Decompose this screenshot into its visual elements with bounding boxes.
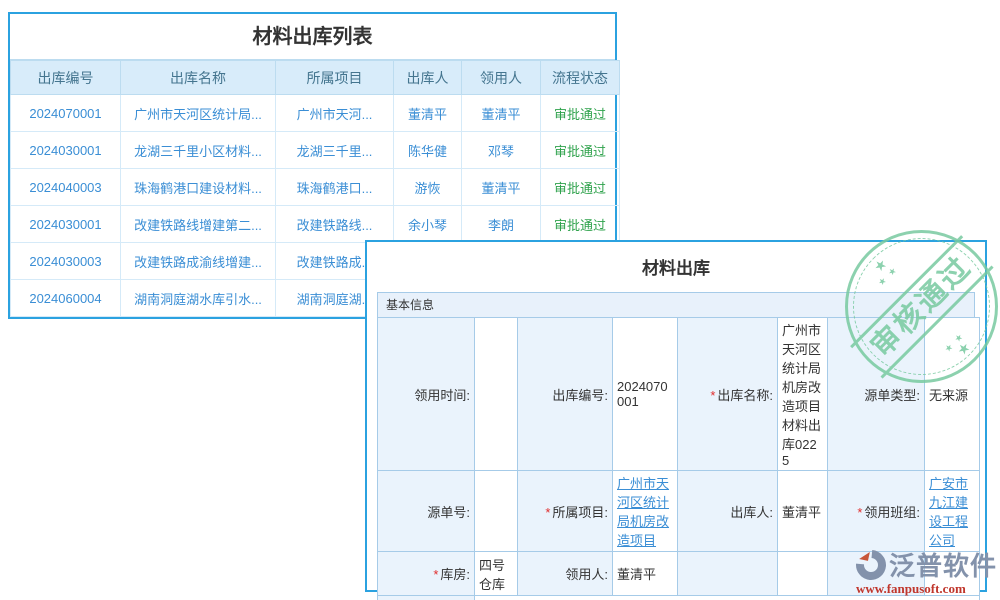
status-badge: 审批通过 [541,132,620,169]
label-source-no: 源单号: [378,471,475,552]
cell-recipient: 董清平 [462,95,541,132]
table-row[interactable]: 2024040003 珠海鹤港口建设材料... 珠海鹤港口... 游恢 董清平 … [11,169,620,206]
label-lingyong-time: 领用时间: [378,318,475,471]
fanpu-url: www.fanpusoft.com [856,581,997,597]
cell-outbound-name: 改建铁路成渝线增建... [121,243,276,280]
label-outbound-id: 出库编号: [518,318,613,471]
cell-outbound-name: 湖南洞庭湖水库引水... [121,280,276,317]
detail-title: 材料出库 [367,242,985,292]
label-warehouse: *库房: [378,552,475,596]
required-icon: * [857,505,862,520]
field-label: 领用班组: [864,505,920,520]
cell-issuer: 余小琴 [394,206,462,243]
cell-outbound-id[interactable]: 2024060004 [11,280,121,317]
label-outbound-name: *出库名称: [678,318,778,471]
team-link[interactable]: 广安市九江建设工程公司 [929,476,968,548]
field-label: 所属项目: [552,505,608,520]
table-row[interactable]: 2024070001 广州市天河区统计局... 广州市天河... 董清平 董清平… [11,95,620,132]
value-project: 广州市天河区统计局机房改造项目 [613,471,678,552]
field-label: 库房: [440,567,470,582]
material-outbound-detail-panel: 材料出库 基本信息 领用时间: 出库编号: 2024070001 *出库名称: … [365,240,987,592]
required-icon: * [433,567,438,582]
fanpu-brand-text: 泛普软件 [889,546,997,583]
label-lingyong-team: *领用班组: [828,471,925,552]
required-icon: * [710,388,715,403]
cell-recipient: 李朗 [462,206,541,243]
value-empty [778,552,828,596]
cell-recipient: 董清平 [462,169,541,206]
col-project: 所属项目 [276,61,394,95]
value-outbound-name: 广州市天河区统计局机房改造项目材料出库0225 [778,318,828,471]
status-badge: 审批通过 [541,169,620,206]
value-issuer: 董清平 [778,471,828,552]
table-header-row: 出库编号 出库名称 所属项目 出库人 领用人 流程状态 [11,61,620,95]
cell-outbound-id[interactable]: 2024030001 [11,132,121,169]
label-empty [678,552,778,596]
cell-project: 广州市天河... [276,95,394,132]
fanpu-logo: 泛普软件 www.fanpusoft.com [856,546,997,597]
field-label: 源单类型: [864,388,920,403]
cell-outbound-name: 珠海鹤港口建设材料... [121,169,276,206]
cell-outbound-name: 广州市天河区统计局... [121,95,276,132]
cell-recipient: 邓琴 [462,132,541,169]
label-reason: 出库原因: [378,596,475,600]
field-label: 领用时间: [414,388,470,403]
section-basic-info: 基本信息 [377,292,975,318]
cell-outbound-id[interactable]: 2024040003 [11,169,121,206]
table-row[interactable]: 2024030001 龙湖三千里小区材料... 龙湖三千里... 陈华健 邓琴 … [11,132,620,169]
field-label: 出库名称: [717,388,773,403]
value-lingyong-person: 董清平 [613,552,678,596]
status-badge: 审批通过 [541,95,620,132]
required-icon: * [545,505,550,520]
col-outbound-id: 出库编号 [11,61,121,95]
page: 材料出库列表 出库编号 出库名称 所属项目 出库人 领用人 流程状态 20240… [0,0,1000,600]
cell-project: 珠海鹤港口... [276,169,394,206]
table-row[interactable]: 2024030001 改建铁路线增建第二... 改建铁路线... 余小琴 李朗 … [11,206,620,243]
cell-outbound-id[interactable]: 2024030003 [11,243,121,280]
col-issuer: 出库人 [394,61,462,95]
label-project: *所属项目: [518,471,613,552]
cell-outbound-name: 龙湖三千里小区材料... [121,132,276,169]
label-issuer: 出库人: [678,471,778,552]
list-title: 材料出库列表 [10,14,615,60]
value-outbound-id: 2024070001 [613,318,678,471]
status-badge: 审批通过 [541,206,620,243]
value-source-type: 无来源 [925,318,980,471]
cell-project: 龙湖三千里... [276,132,394,169]
value-source-no [475,471,518,552]
field-label: 领用人: [565,567,608,582]
col-outbound-name: 出库名称 [121,61,276,95]
cell-outbound-id[interactable]: 2024070001 [11,95,121,132]
field-label: 出库编号: [552,388,608,403]
col-recipient: 领用人 [462,61,541,95]
value-warehouse: 四号仓库 [475,552,518,596]
label-source-type: 源单类型: [828,318,925,471]
cell-issuer: 陈华健 [394,132,462,169]
label-lingyong-person: 领用人: [518,552,613,596]
cell-project: 改建铁路线... [276,206,394,243]
field-label: 源单号: [427,505,470,520]
project-link[interactable]: 广州市天河区统计局机房改造项目 [617,476,669,548]
fanpu-logo-icon [856,550,886,580]
col-flow-status: 流程状态 [541,61,620,95]
cell-outbound-id[interactable]: 2024030001 [11,206,121,243]
value-lingyong-team: 广安市九江建设工程公司 [925,471,980,552]
cell-outbound-name: 改建铁路线增建第二... [121,206,276,243]
field-label: 出库人: [730,505,773,520]
cell-issuer: 董清平 [394,95,462,132]
value-lingyong-time [475,318,518,471]
cell-issuer: 游恢 [394,169,462,206]
